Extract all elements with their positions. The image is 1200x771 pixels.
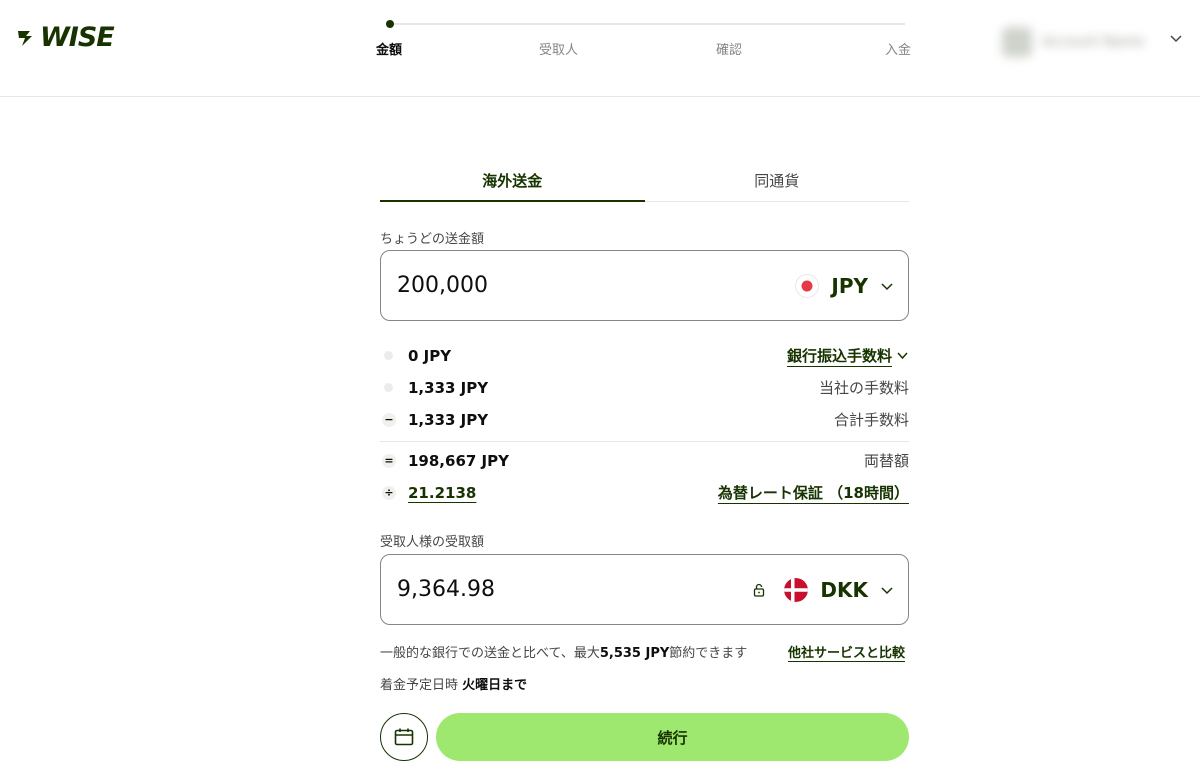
step-pay: 入金 (885, 43, 912, 58)
receive-amount-input[interactable]: 9,364.98 (397, 555, 495, 624)
rate-guarantee-link[interactable]: 為替レート保証 （18時間） (718, 481, 909, 505)
send-amount-input[interactable]: 200,000 (397, 251, 488, 320)
minus-icon: − (382, 413, 396, 427)
chevron-down-icon (881, 586, 893, 594)
send-currency-selector[interactable]: JPY (795, 251, 894, 320)
step-recipient: 受取人 (539, 43, 579, 58)
progress-stepper: 金額 受取人 確認 入金 (376, 14, 912, 64)
schedule-transfer-button[interactable] (380, 713, 428, 761)
receive-currency-code: DKK (820, 577, 868, 602)
japan-flag-icon (795, 273, 820, 298)
fee-row-converted: = 198,667 JPY 両替額 (380, 449, 909, 473)
arrival-estimate: 着金予定日時 火曜日まで (380, 675, 527, 697)
savings-amount: 5,535 JPY (599, 646, 670, 661)
chevron-down-icon (881, 282, 893, 290)
wise-logo[interactable]: WISE (16, 21, 115, 53)
chevron-down-icon (897, 352, 908, 360)
denmark-flag-icon (784, 577, 809, 602)
savings-note: 一般的な銀行での送金と比べて、最大5,535 JPY節約できます 他社サービスと… (380, 643, 909, 665)
step-review: 確認 (716, 43, 743, 58)
dot-icon (384, 383, 393, 392)
tab-same-currency[interactable]: 同通貨 (645, 160, 910, 201)
step-amount: 金額 (376, 43, 403, 58)
send-amount-label: ちょうどの送金額 (380, 232, 485, 247)
calendar-icon (394, 728, 414, 746)
unlock-icon[interactable] (752, 583, 766, 597)
bank-fee-label: 銀行振込手数料 (786, 347, 892, 365)
fee-row-total: − 1,333 JPY 合計手数料 (380, 408, 909, 432)
fee-row-our-fee: 1,333 JPY 当社の手数料 (380, 376, 909, 400)
savings-suffix: 節約できます (669, 646, 748, 661)
receive-amount-label: 受取人様の受取額 (380, 535, 485, 550)
total-fee-label: 合計手数料 (833, 411, 909, 429)
converted-amount: 198,667 JPY (408, 452, 509, 470)
transfer-type-tabs: 海外送金 同通貨 (380, 160, 909, 202)
tab-international[interactable]: 海外送金 (380, 160, 645, 202)
continue-button[interactable]: 続行 (436, 713, 909, 761)
receive-currency-selector[interactable]: DKK (752, 555, 894, 624)
wise-flag-icon (18, 31, 32, 46)
logo-text: WISE (40, 21, 115, 53)
fee-divider (380, 441, 909, 442)
bank-fee-amount: 0 JPY (408, 347, 452, 365)
dot-icon (384, 351, 393, 360)
top-header: WISE 金額 受取人 確認 入金 Account Name (0, 0, 1200, 97)
converted-label: 両替額 (863, 452, 909, 470)
account-name: Account Name (1042, 34, 1145, 50)
avatar (1002, 27, 1032, 57)
stepper-track (390, 23, 905, 25)
send-amount-box: 200,000 JPY (380, 250, 909, 321)
fee-row-bank: 0 JPY 銀行振込手数料 (380, 344, 909, 368)
savings-prefix: 一般的な銀行での送金と比べて、最大 (380, 646, 600, 661)
our-fee-amount: 1,333 JPY (408, 379, 489, 397)
send-currency-code: JPY (831, 273, 868, 298)
exchange-rate-link[interactable]: 21.2138 (408, 481, 476, 505)
compare-services-link[interactable]: 他社サービスと比較 (788, 643, 905, 665)
arrival-label: 着金予定日時 (380, 678, 459, 693)
arrival-value: 火曜日まで (462, 678, 528, 693)
total-fee-amount: 1,333 JPY (408, 411, 489, 429)
stepper-current-dot (386, 20, 394, 28)
equals-icon: = (382, 454, 396, 468)
bank-fee-method-link[interactable]: 銀行振込手数料 (787, 344, 909, 368)
account-menu[interactable]: Account Name (1002, 22, 1162, 62)
fee-row-rate: ÷ 21.2138 為替レート保証 （18時間） (380, 481, 909, 505)
divide-icon: ÷ (382, 486, 396, 500)
our-fee-label: 当社の手数料 (818, 379, 909, 397)
chevron-down-icon[interactable] (1168, 30, 1184, 46)
receive-amount-box: 9,364.98 DKK (380, 554, 909, 625)
